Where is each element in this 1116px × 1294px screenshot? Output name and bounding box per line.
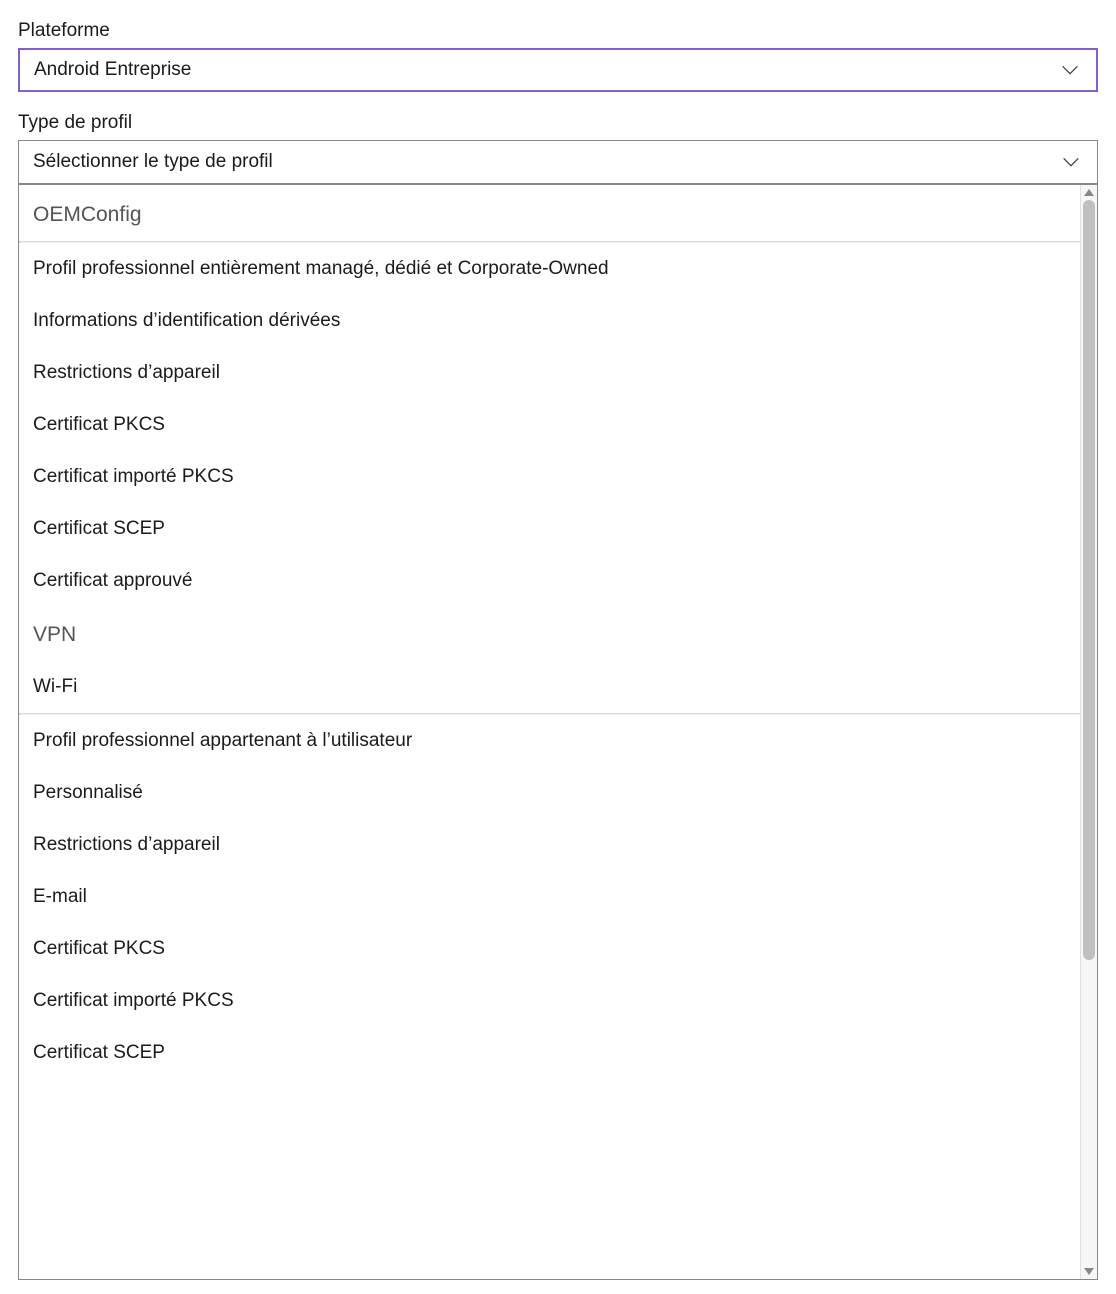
dropdown-option[interactable]: Personnalisé: [19, 767, 1080, 819]
dropdown-group: VPN: [19, 607, 1080, 661]
dropdown-option[interactable]: Certificat approuvé: [19, 555, 1080, 607]
dropdown-option[interactable]: Profil professionnel appartenant à l’uti…: [19, 715, 1080, 767]
dropdown-option[interactable]: Profil professionnel entièrement managé,…: [19, 243, 1080, 295]
scroll-thumb[interactable]: [1083, 200, 1095, 960]
dropdown-group: OEMConfig: [19, 187, 1080, 241]
profile-type-field: Type de profil Sélectionner le type de p…: [18, 112, 1098, 184]
dropdown-option[interactable]: Certificat SCEP: [19, 503, 1080, 555]
chevron-down-icon: [1058, 58, 1082, 82]
scroll-up-icon[interactable]: [1084, 189, 1094, 196]
dropdown-option[interactable]: Informations d’identification dérivées: [19, 295, 1080, 347]
dropdown-option[interactable]: Certificat importé PKCS: [19, 975, 1080, 1027]
scroll-down-icon[interactable]: [1084, 1268, 1094, 1275]
profile-type-select-placeholder: Sélectionner le type de profil: [33, 151, 273, 173]
dropdown-option[interactable]: E-mail: [19, 871, 1080, 923]
profile-type-label: Type de profil: [18, 112, 1098, 134]
dropdown-option[interactable]: Certificat SCEP: [19, 1027, 1080, 1079]
profile-type-dropdown: OEMConfig Profil professionnel entièreme…: [18, 184, 1098, 1280]
dropdown-option[interactable]: Certificat PKCS: [19, 399, 1080, 451]
platform-label: Plateforme: [18, 20, 1098, 42]
scroll-track[interactable]: [1081, 200, 1097, 1266]
dropdown-list: OEMConfig Profil professionnel entièreme…: [19, 185, 1080, 1279]
profile-type-select[interactable]: Sélectionner le type de profil: [18, 140, 1098, 184]
platform-select-value: Android Entreprise: [34, 59, 191, 81]
dropdown-option[interactable]: Certificat PKCS: [19, 923, 1080, 975]
dropdown-option[interactable]: Restrictions d’appareil: [19, 819, 1080, 871]
dropdown-option[interactable]: Wi-Fi: [19, 661, 1080, 713]
platform-field: Plateforme Android Entreprise: [18, 20, 1098, 92]
platform-select[interactable]: Android Entreprise: [18, 48, 1098, 92]
dropdown-option[interactable]: Certificat importé PKCS: [19, 451, 1080, 503]
dropdown-option[interactable]: Restrictions d’appareil: [19, 347, 1080, 399]
scrollbar[interactable]: [1080, 185, 1097, 1279]
chevron-down-icon: [1059, 150, 1083, 174]
